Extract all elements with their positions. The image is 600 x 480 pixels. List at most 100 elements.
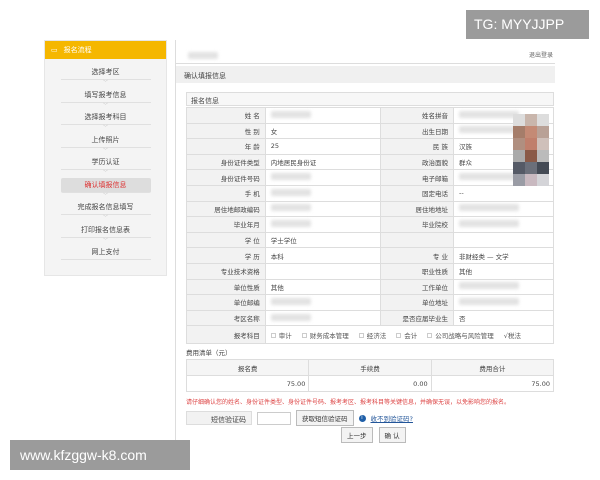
- field-label: 政治面貌: [380, 153, 454, 171]
- field-label: 年 龄: [186, 138, 266, 155]
- subject-checkbox[interactable]: 公司战略与风险管理: [427, 330, 494, 340]
- subject-label: 公司战略与风险管理: [435, 331, 494, 340]
- field-label: 性 别: [186, 122, 266, 140]
- fee-header: 手续费: [308, 359, 432, 376]
- watermark-bottom: www.kfzggw-k8.com: [10, 440, 190, 470]
- subject-label: 经济法: [366, 331, 387, 340]
- redacted-value: [270, 188, 311, 196]
- step-label: 网上支付: [60, 245, 151, 260]
- field-value: --: [452, 184, 555, 202]
- fee-title: 费用清单（元）: [186, 349, 232, 357]
- field-value: 25: [264, 138, 382, 155]
- sidebar-step[interactable]: 填写报考信息 ﹀: [45, 88, 166, 111]
- get-sms-code-button[interactable]: 获取短信验证码: [296, 410, 354, 426]
- sidebar-step[interactable]: 完成报名信息填写 ﹀: [45, 200, 166, 223]
- main-panel: 退出登录 确认填报信息 报名信息 姓 名 姓名拼音性 别女出生日期年 龄 25 民 族…: [175, 40, 555, 443]
- table-row: 身份证件号码 电子邮箱: [186, 169, 555, 186]
- step-label: 打印报名信息表: [60, 223, 151, 238]
- field-label: 学 位: [186, 231, 266, 249]
- sidebar-step[interactable]: 学历认证 ﹀: [45, 155, 166, 178]
- table-row: 身份证件类型 内地居民身份证 政治面貌 群众: [186, 153, 555, 171]
- confirm-button[interactable]: 确 认: [378, 427, 406, 443]
- field-value: [264, 184, 382, 202]
- table-row: 单位邮编 单位地址: [186, 294, 555, 311]
- subject-checkbox[interactable]: 财务成本管理: [301, 330, 349, 340]
- fee-value: 0.00: [308, 375, 432, 392]
- field-label: 手 机: [186, 184, 266, 202]
- field-value: [452, 231, 555, 249]
- field-value: 女: [264, 122, 382, 140]
- prev-step-button[interactable]: 上一步: [341, 427, 373, 443]
- checkbox-icon: [270, 333, 276, 339]
- redacted-value: [270, 297, 311, 305]
- field-label: 是否应届毕业生: [380, 309, 454, 327]
- sms-row: 短信验证码 获取短信验证码 i 收不到验证码?: [186, 410, 413, 426]
- field-value: [452, 216, 555, 233]
- field-label: 职业性质: [380, 262, 454, 280]
- sidebar-step[interactable]: 上传照片 ﹀: [45, 133, 166, 156]
- no-code-help-link[interactable]: 收不到验证码?: [371, 413, 413, 423]
- redacted-value: [270, 173, 311, 181]
- sidebar-step[interactable]: 选择报考科目 ﹀: [45, 110, 166, 133]
- fee-value: 75.00: [185, 375, 310, 392]
- field-value: 其他: [264, 278, 382, 296]
- step-label: 选择报考科目: [60, 110, 151, 125]
- sidebar-step[interactable]: 确认填报信息 ﹀: [45, 177, 166, 201]
- logout-link[interactable]: 退出登录: [529, 50, 553, 59]
- redacted-value: [270, 219, 311, 227]
- chevron-down-icon: ﹀: [102, 125, 108, 131]
- field-label: 学 历: [186, 247, 266, 264]
- sms-label: 短信验证码: [186, 411, 252, 425]
- field-label: 单位地址: [380, 294, 454, 311]
- chevron-down-icon: ﹀: [102, 170, 108, 176]
- subject-checkbox[interactable]: 会计: [396, 330, 417, 340]
- field-value: [264, 107, 382, 124]
- table-row: 专业技术资格 职业性质 其他: [186, 262, 555, 280]
- redacted-value: [458, 204, 519, 212]
- watermark-top: TG: MYYJJPP: [466, 10, 589, 39]
- subject-label: 财务成本管理: [309, 331, 349, 340]
- table-row: 学 历本科专 业非财经类 — 文学: [186, 247, 555, 264]
- sidebar: ▭ 报名流程 选择考区 ﹀ 填写报考信息 ﹀ 选择报考科目 ﹀ 上传照片 ﹀ 学历认证 ﹀ 确认填报…: [44, 40, 167, 276]
- sidebar-step[interactable]: 打印报名信息表 ﹀: [45, 223, 166, 246]
- field-value: [264, 216, 382, 233]
- field-label: 工作单位: [380, 278, 454, 296]
- chevron-down-icon: ﹀: [102, 80, 108, 86]
- field-label: 毕业院校: [380, 216, 454, 233]
- field-label: 专业技术资格: [186, 262, 266, 280]
- sidebar-step[interactable]: 选择考区 ﹀: [45, 65, 166, 88]
- field-label: 身份证件号码: [186, 169, 266, 186]
- table-row: 姓 名 姓名拼音: [186, 107, 555, 124]
- redacted-value: [270, 313, 311, 321]
- photo-pixel: [513, 174, 525, 186]
- subject-checkbox[interactable]: √税法: [504, 330, 521, 340]
- step-label: 填写报考信息: [60, 88, 151, 103]
- field-label: 姓 名: [186, 107, 266, 124]
- step-label: 确认填报信息: [60, 177, 151, 193]
- checkbox-icon: [427, 333, 433, 339]
- field-value: [452, 200, 555, 218]
- table-row: 单位性质 其他 工作单位: [186, 278, 555, 296]
- field-label: 姓名拼音: [380, 107, 454, 124]
- field-label: 居住地地址: [380, 200, 454, 218]
- subject-label: 审计: [278, 331, 292, 340]
- subject-checkbox[interactable]: 经济法: [358, 330, 387, 340]
- subject-checkbox[interactable]: 审计: [270, 330, 292, 340]
- step-label: 上传照片: [60, 133, 151, 148]
- field-value: [264, 262, 382, 280]
- table-row: 学 位学士学位: [186, 231, 555, 249]
- table-row: 考区名称 是否应届毕业生否: [186, 309, 555, 327]
- chevron-down-icon: ﹀: [102, 192, 108, 199]
- sidebar-header: ▭ 报名流程: [45, 41, 166, 59]
- breadcrumb: 确认填报信息: [176, 66, 555, 83]
- fee-value: 75.00: [430, 375, 555, 392]
- field-value: 内地居民身份证: [264, 153, 382, 171]
- fee-table: 报名费 手续费 费用合计 75.00 0.00 75.00: [185, 359, 555, 392]
- sidebar-step[interactable]: 网上支付: [45, 245, 166, 268]
- checkbox-icon: [358, 333, 364, 339]
- field-value: 其他: [452, 262, 555, 280]
- field-label: 身份证件类型: [186, 153, 266, 171]
- sidebar-title: 报名流程: [63, 46, 92, 54]
- warning-text: 请仔细确认您的姓名、身份证件类型、身份证件号码、报考考区、报考科目等关键信息，并…: [186, 399, 511, 406]
- sms-code-input[interactable]: [257, 411, 291, 425]
